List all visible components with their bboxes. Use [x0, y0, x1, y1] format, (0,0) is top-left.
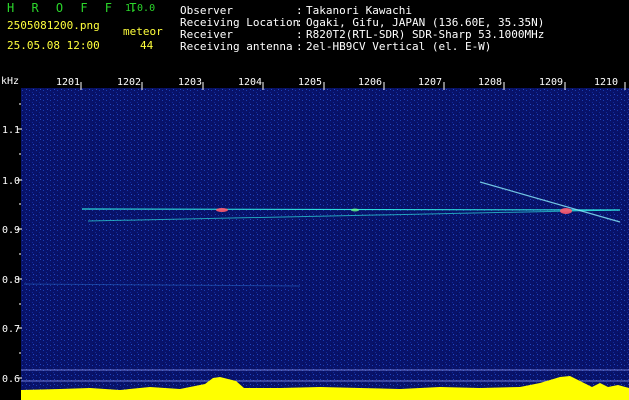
time-tick-label: 1208	[478, 77, 502, 88]
freq-tick-label: 0.6	[2, 374, 20, 385]
freq-tick-label: 0.8	[2, 275, 20, 286]
freq-tick-label: 1.1	[2, 125, 20, 136]
time-tick-label: 1202	[117, 77, 141, 88]
meteor-label: meteor	[123, 25, 163, 38]
time-tick-label: 1209	[539, 77, 563, 88]
meteor-echo	[560, 208, 572, 214]
time-tick-label: 1207	[418, 77, 442, 88]
axis-unit-label: kHz	[1, 76, 19, 87]
freq-tick-label: 0.7	[2, 324, 20, 335]
spectrogram-svg: kHz 1201 1202 1203 1204 1205 1206 1207 1…	[1, 76, 629, 400]
file-name: 2505081200.png	[7, 19, 100, 32]
freq-tick-label: 1.0	[2, 176, 20, 187]
app-version: 1.0.0	[125, 3, 156, 14]
file-datetime: 25.05.08 12:00	[7, 39, 100, 52]
time-tick-label: 1204	[238, 77, 262, 88]
time-axis: 1201 1202 1203 1204 1205 1206 1207 1208 …	[56, 77, 618, 88]
info-sep: :	[296, 40, 303, 53]
time-tick-label: 1203	[178, 77, 202, 88]
freq-axis: 1.1 1.0 0.9 0.8 0.7 0.6	[2, 125, 20, 385]
meteor-echo	[351, 208, 359, 212]
freq-tick-label: 0.9	[2, 225, 20, 236]
meteor-count: 44	[140, 39, 154, 52]
time-tick-label: 1201	[56, 77, 80, 88]
time-tick-label: 1210	[594, 77, 618, 88]
info-value-antenna: 2el-HB9CV Vertical (el. E-W)	[306, 40, 492, 53]
app-title: H R O F F T	[7, 1, 142, 15]
spectrogram-panel: kHz 1201 1202 1203 1204 1205 1206 1207 1…	[0, 74, 629, 400]
spectrogram-area	[21, 88, 629, 400]
info-key-antenna: Receiving antenna	[180, 40, 293, 53]
time-tick-label: 1205	[298, 77, 322, 88]
header-panel: H R O F F T 1.0.0 2505081200.png meteor …	[0, 0, 629, 74]
meteor-echo	[216, 208, 228, 212]
time-tick-label: 1206	[358, 77, 382, 88]
